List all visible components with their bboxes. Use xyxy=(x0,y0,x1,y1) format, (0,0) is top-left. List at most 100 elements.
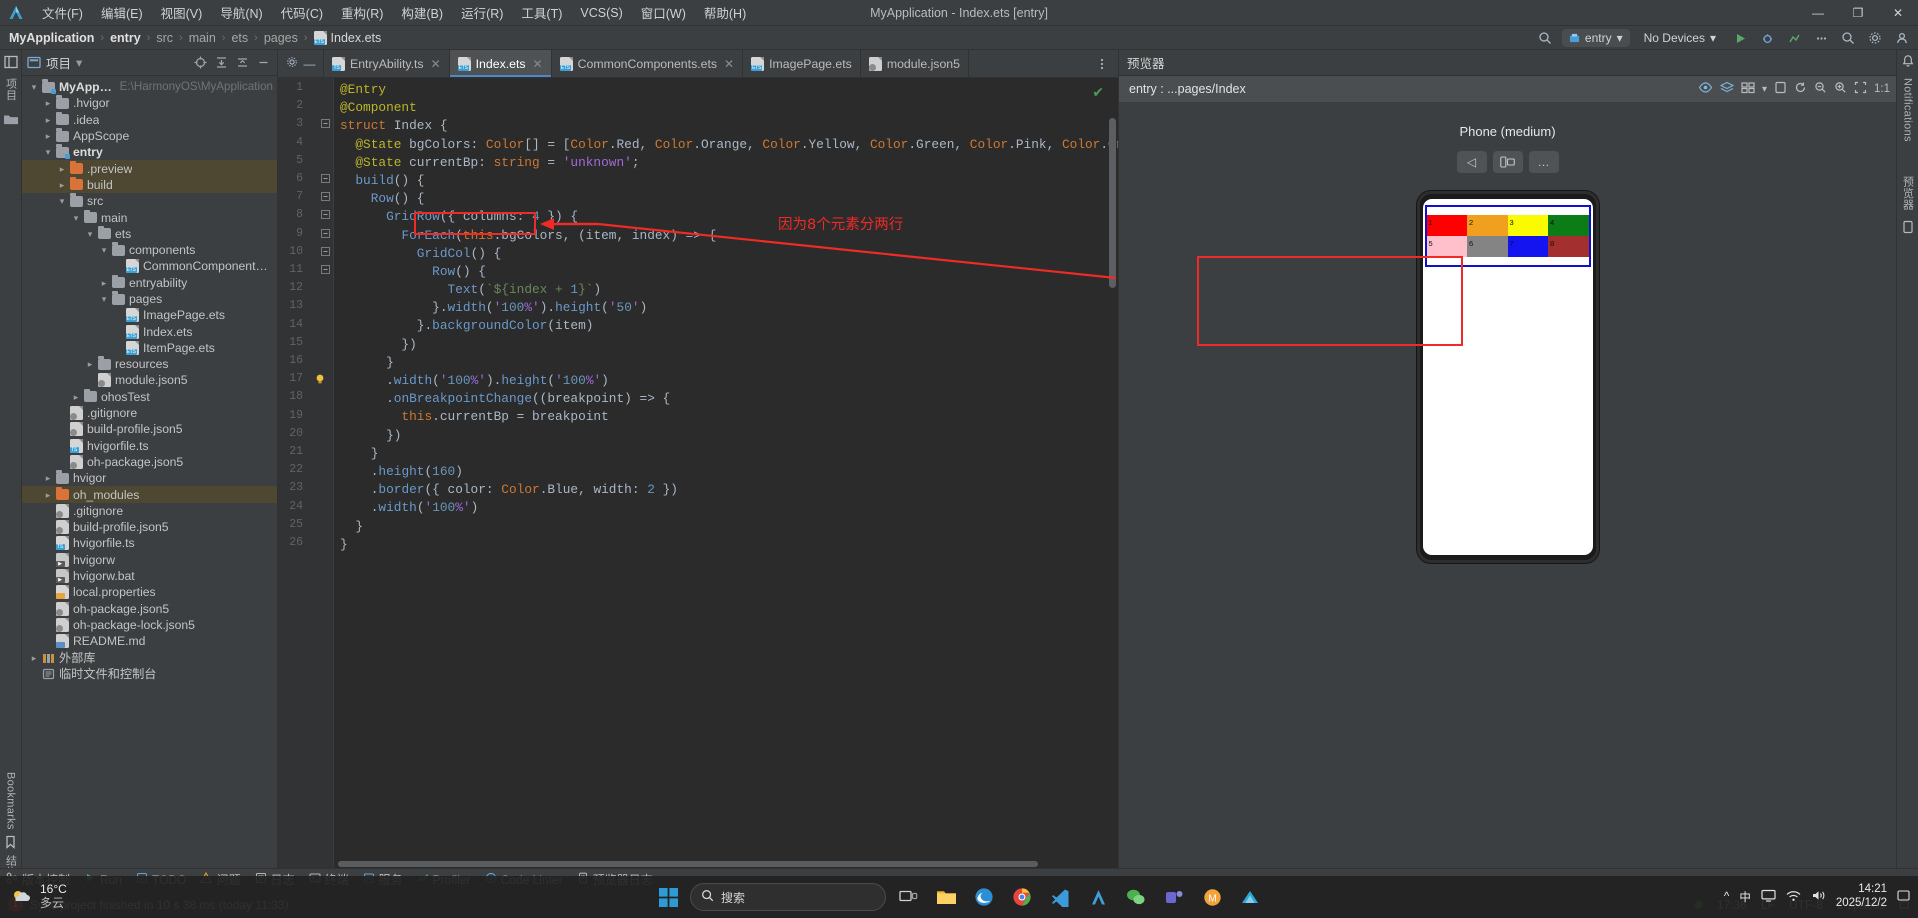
tree-row[interactable]: ▸ AppScope xyxy=(22,128,277,144)
tree-row[interactable]: ▾ components xyxy=(22,242,277,258)
qq-button[interactable]: M xyxy=(1196,881,1228,913)
taskview-button[interactable] xyxy=(892,881,924,913)
code-fold-toggle-icon[interactable] xyxy=(320,228,330,239)
tree-row[interactable]: .gitignore xyxy=(22,405,277,421)
close-tab-icon[interactable]: ✕ xyxy=(724,57,734,71)
code-fold-toggle-icon[interactable] xyxy=(320,210,330,220)
tree-row[interactable]: ▸ .idea xyxy=(22,111,277,128)
tree-row[interactable]: ▸ .hvigor xyxy=(22,95,277,111)
editor-gutter[interactable]: 1 2 3 4 5 6 7 8 9 10 11 12 13 14 15 16 17 18 19 20 21 22 23 24 2… xyxy=(278,78,334,868)
tree-row[interactable]: ▶ hvigorw.bat xyxy=(22,568,277,584)
editor-tab-bar[interactable]: — TS EntryAbility.ts ✕ ETS Index.ets ✕ ETS Comm… xyxy=(278,50,1118,78)
code-line[interactable]: GridRow({ columns: 4 }) { xyxy=(334,208,1118,226)
folder-tool-icon[interactable] xyxy=(3,113,19,126)
chevron-down-icon[interactable]: ▾ xyxy=(76,55,82,70)
more-actions-icon[interactable] xyxy=(1811,28,1831,48)
code-fold-toggle-icon[interactable] xyxy=(320,174,330,184)
chevron-down-icon[interactable]: ▾ xyxy=(98,291,110,307)
code-line[interactable]: Row() { xyxy=(334,190,1118,208)
tree-row[interactable]: oh-package.json5 xyxy=(22,454,277,470)
window-controls[interactable]: — ❐ ✕ xyxy=(1798,0,1918,26)
intention-bulb-icon[interactable] xyxy=(314,373,326,385)
code-fold-toggle-icon[interactable] xyxy=(320,265,330,275)
editor-vertical-scrollbar[interactable] xyxy=(1109,118,1116,288)
project-panel-title-group[interactable]: 项目 ▾ xyxy=(27,53,82,72)
search-icon[interactable] xyxy=(1838,28,1858,48)
chevron-down-icon[interactable]: ▾ xyxy=(56,193,68,209)
chevron-down-icon[interactable]: ▾ xyxy=(84,226,96,242)
code-canvas[interactable]: 1 2 3 4 5 6 7 8 9 10 11 12 13 14 15 16 17 18 19 20 21 22 23 24 2… xyxy=(278,78,1118,868)
editor-tab-overflow-icon[interactable] xyxy=(1086,50,1118,77)
scroll-from-source-icon[interactable] xyxy=(191,54,209,72)
taskbar-clock[interactable]: 14:21 2025/12/2 xyxy=(1836,883,1887,911)
editor-tab[interactable]: TS EntryAbility.ts ✕ xyxy=(324,50,450,77)
chevron-down-icon[interactable]: ▾ xyxy=(42,144,54,160)
menu-bar[interactable]: 文件(F) 编辑(E) 视图(V) 导航(N) 代码(C) 重构(R) 构建(B… xyxy=(34,0,754,25)
preview-tool-icon[interactable] xyxy=(1901,220,1915,234)
tree-row[interactable]: TS hvigorfile.ts xyxy=(22,438,277,454)
tree-row[interactable]: ETS CommonComponents.ets xyxy=(22,258,277,274)
tree-row[interactable]: ▸ entryability xyxy=(22,274,277,291)
breadcrumb-item-src[interactable]: src xyxy=(153,30,176,46)
close-tab-icon[interactable]: ✕ xyxy=(431,57,441,71)
tree-row[interactable]: TS hvigorfile.ts xyxy=(22,535,277,551)
code-line[interactable]: } xyxy=(334,518,1118,536)
code-line[interactable]: this.currentBp = breakpoint xyxy=(334,408,1118,426)
code-fold-toggle-icon[interactable] xyxy=(320,246,330,257)
menu-item-view[interactable]: 视图(V) xyxy=(153,0,211,25)
project-tool-icon[interactable] xyxy=(3,54,19,70)
hide-editor-icon[interactable]: — xyxy=(304,57,316,71)
menu-item-file[interactable]: 文件(F) xyxy=(34,0,91,25)
run-configuration-selector[interactable]: entry ▾ xyxy=(1561,29,1630,47)
settings-gear-icon[interactable] xyxy=(1865,28,1885,48)
more-options-icon[interactable]: … xyxy=(1528,151,1559,173)
tree-row[interactable]: build-profile.json5 xyxy=(22,519,277,535)
settings-gear-icon[interactable] xyxy=(286,56,298,71)
menu-item-tools[interactable]: 工具(T) xyxy=(513,0,570,25)
chevron-right-icon[interactable]: ▸ xyxy=(84,356,96,372)
code-line[interactable]: Text(`${index + 1}`) xyxy=(334,281,1118,299)
tree-row[interactable]: ▾ entry xyxy=(22,144,277,160)
vscode-button[interactable] xyxy=(1044,881,1076,913)
chrome-browser-button[interactable] xyxy=(1006,881,1038,913)
menu-item-vcs[interactable]: VCS(S) xyxy=(572,3,630,23)
menu-item-window[interactable]: 窗口(W) xyxy=(633,0,694,25)
cloud-app-button[interactable] xyxy=(1234,881,1266,913)
hide-panel-icon[interactable] xyxy=(254,54,272,72)
wechat-button[interactable] xyxy=(1120,881,1152,913)
code-line[interactable]: GridCol() { xyxy=(334,245,1118,263)
search-everywhere-icon[interactable] xyxy=(1535,28,1555,48)
refresh-icon[interactable] xyxy=(1794,81,1807,97)
breadcrumb-item-pages[interactable]: pages xyxy=(261,30,301,46)
chevron-right-icon[interactable]: ▸ xyxy=(56,177,68,193)
tree-row[interactable]: ▸ build xyxy=(22,176,277,194)
chevron-right-icon[interactable]: ▸ xyxy=(56,161,68,177)
right-strip-label-notifications[interactable]: Notifications xyxy=(1902,78,1914,142)
code-line[interactable]: .border({ color: Color.Blue, width: 2 }) xyxy=(334,481,1118,499)
minimize-button[interactable]: — xyxy=(1798,0,1838,26)
tree-row[interactable]: ▸ oh_modules xyxy=(22,486,277,503)
chevron-down-icon[interactable]: ▾ xyxy=(28,79,40,95)
grid-layout-icon[interactable] xyxy=(1741,81,1755,97)
code-line[interactable]: } xyxy=(334,354,1118,372)
menu-item-help[interactable]: 帮助(H) xyxy=(696,0,754,25)
tree-row[interactable]: module.json5 xyxy=(22,372,277,388)
code-line[interactable]: .height(160) xyxy=(334,463,1118,481)
chevron-right-icon[interactable]: ▸ xyxy=(70,389,82,405)
chevron-right-icon[interactable]: ▸ xyxy=(98,275,110,291)
tray-chevron-up-icon[interactable]: ^ xyxy=(1724,891,1729,903)
layers-icon[interactable] xyxy=(1719,81,1735,97)
chevron-down-icon[interactable]: ▾ xyxy=(1762,84,1767,95)
profile-button[interactable] xyxy=(1784,28,1804,48)
menu-item-code[interactable]: 代码(C) xyxy=(273,0,331,25)
breadcrumb-item-entry[interactable]: entry xyxy=(107,30,144,46)
code-line[interactable]: }) xyxy=(334,336,1118,354)
rotate-left-icon[interactable]: ◁ xyxy=(1456,151,1487,173)
chevron-down-icon[interactable]: ▾ xyxy=(98,242,110,258)
code-line[interactable]: } xyxy=(334,445,1118,463)
inspector-icon[interactable] xyxy=(1698,81,1713,97)
collapse-all-icon[interactable] xyxy=(233,54,251,72)
editor-tab[interactable]: ETS CommonComponents.ets ✕ xyxy=(552,50,744,77)
breadcrumb-item-ets[interactable]: ets xyxy=(228,30,251,46)
device-selector[interactable]: No Devices ▾ xyxy=(1637,29,1723,47)
